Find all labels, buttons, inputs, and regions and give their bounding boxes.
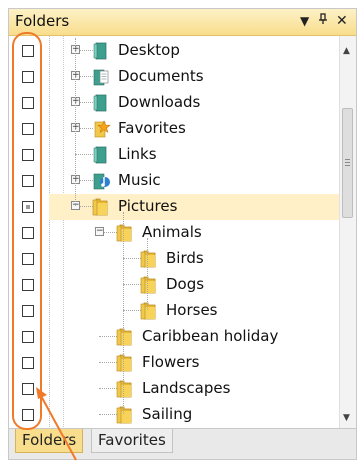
row-checkbox[interactable]	[22, 357, 34, 369]
pin-icon[interactable]	[318, 13, 328, 29]
dropdown-triangle-icon[interactable]: ▼	[300, 13, 309, 29]
panel-tab-strip: Folders Favorites	[9, 428, 356, 459]
panel-header: Folders ▼ ✕	[9, 9, 356, 36]
tree-item-label: Desktop	[118, 41, 180, 59]
tree-item-label: Documents	[118, 67, 204, 85]
tree-item-music[interactable]: + Music	[49, 168, 340, 194]
row-checkbox[interactable]	[22, 201, 34, 213]
folder-icon	[91, 197, 111, 217]
tree-item-label: Music	[118, 171, 161, 189]
tab-label: Favorites	[98, 431, 166, 449]
folder-icon	[139, 249, 159, 269]
tree-item-landscapes[interactable]: Landscapes	[49, 376, 340, 402]
tree-item-sailing[interactable]: Sailing	[49, 402, 340, 428]
grip-line	[345, 165, 350, 166]
folder-icon	[115, 405, 135, 425]
tree-item-pictures[interactable]: − Pictures	[49, 194, 340, 220]
scroll-down-arrow-icon[interactable]: ▼	[343, 413, 350, 423]
tree-item-desktop[interactable]: + Desktop	[49, 38, 340, 64]
tree-item-label: Dogs	[166, 275, 205, 293]
tree-item-downloads[interactable]: + Downloads	[49, 90, 340, 116]
folder-icon	[115, 327, 135, 347]
row-checkbox[interactable]	[22, 149, 34, 161]
tree-item-animals[interactable]: − Animals	[49, 220, 340, 246]
tree-item-label: Birds	[166, 249, 204, 267]
row-checkbox[interactable]	[22, 409, 34, 421]
vertical-scrollbar[interactable]: ▲ ▼	[339, 36, 356, 429]
tree-connector-line	[75, 38, 76, 206]
row-checkbox[interactable]	[22, 175, 34, 187]
tab-favorites[interactable]: Favorites	[91, 429, 173, 453]
folder-icon	[139, 275, 159, 295]
row-checkbox[interactable]	[22, 97, 34, 109]
tree-item-label: Flowers	[142, 353, 200, 371]
tree-item-label: Links	[118, 145, 157, 163]
row-checkbox[interactable]	[22, 123, 34, 135]
folder-icon	[139, 301, 159, 321]
favorites-star-folder-icon	[91, 119, 111, 139]
tree-item-favorites[interactable]: + Favorites	[49, 116, 340, 142]
tree-item-flowers[interactable]: Flowers	[49, 350, 340, 376]
scrollbar-thumb[interactable]	[342, 108, 353, 218]
row-checkbox[interactable]	[22, 71, 34, 83]
tree-item-label: Downloads	[118, 93, 201, 111]
tree-item-links[interactable]: Links	[49, 142, 340, 168]
tree-item-documents[interactable]: + Documents	[49, 64, 340, 90]
music-folder-icon	[91, 171, 111, 191]
tree-item-label: Favorites	[118, 119, 186, 137]
collapse-minus-icon[interactable]: −	[95, 227, 104, 236]
folder-icon	[115, 379, 135, 399]
checkbox-column	[9, 36, 50, 429]
tree-item-label: Landscapes	[142, 379, 231, 397]
row-checkbox[interactable]	[22, 331, 34, 343]
tree-item-dogs[interactable]: Dogs	[49, 272, 340, 298]
desktop-folder-icon	[91, 41, 111, 61]
links-folder-icon	[91, 145, 111, 165]
grip-line	[345, 162, 350, 163]
tree-connector-line	[123, 212, 124, 414]
tree-item-label: Sailing	[142, 405, 193, 423]
tree-item-label: Caribbean holiday	[142, 327, 279, 345]
documents-folder-icon	[91, 67, 111, 87]
grip-line	[345, 159, 350, 160]
tree-item-label: Pictures	[118, 197, 178, 215]
tree-item-label: Horses	[166, 301, 218, 319]
tree-item-caribbean-holiday[interactable]: Caribbean holiday	[49, 324, 340, 350]
tab-label: Folders	[22, 431, 77, 449]
tree-item-birds[interactable]: Birds	[49, 246, 340, 272]
row-checkbox[interactable]	[22, 45, 34, 57]
row-checkbox[interactable]	[22, 305, 34, 317]
tree-connector-line	[147, 238, 148, 310]
row-checkbox[interactable]	[22, 227, 34, 239]
row-checkbox[interactable]	[22, 253, 34, 265]
row-checkbox[interactable]	[22, 383, 34, 395]
tree-item-label: Animals	[142, 223, 202, 241]
folder-icon	[115, 353, 135, 373]
downloads-folder-icon	[91, 93, 111, 113]
row-checkbox[interactable]	[22, 279, 34, 291]
close-icon[interactable]: ✕	[336, 13, 348, 29]
tree-item-horses[interactable]: Horses	[49, 298, 340, 324]
folder-icon	[115, 223, 135, 243]
panel-title: Folders	[15, 12, 70, 30]
folders-panel: Folders ▼ ✕ + Desktop + Documents + Downloads…	[8, 8, 357, 460]
tab-folders[interactable]: Folders	[15, 429, 84, 453]
scroll-up-arrow-icon[interactable]: ▲	[343, 46, 350, 56]
